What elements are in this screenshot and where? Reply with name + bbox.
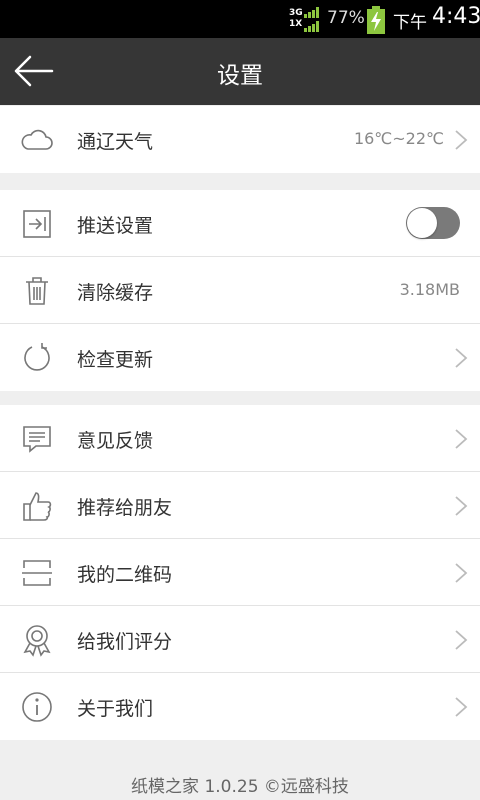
qr-code-icon xyxy=(22,560,52,586)
recommend-row[interactable]: 推荐给朋友 xyxy=(0,472,480,539)
about-row[interactable]: 关于我们 xyxy=(0,673,480,740)
qrcode-row[interactable]: 我的二维码 xyxy=(0,539,480,606)
push-icon xyxy=(23,210,51,238)
push-settings-label: 推送设置 xyxy=(77,215,154,237)
clock: 4:43 xyxy=(432,4,480,29)
battery-percent: 77% xyxy=(327,8,365,28)
feedback-row[interactable]: 意见反馈 xyxy=(0,405,480,472)
info-icon xyxy=(22,692,52,722)
award-icon xyxy=(23,625,51,657)
chevron-right-icon xyxy=(455,348,468,368)
thumbs-up-icon xyxy=(23,492,52,521)
check-update-row[interactable]: 检查更新 xyxy=(0,324,480,391)
network-type: 3G 1X xyxy=(289,8,303,30)
chevron-right-icon xyxy=(455,429,468,449)
rate-label: 给我们评分 xyxy=(77,631,173,653)
qrcode-label: 我的二维码 xyxy=(77,564,173,586)
recommend-label: 推荐给朋友 xyxy=(77,497,173,519)
trash-icon xyxy=(26,277,48,305)
clear-cache-label: 清除缓存 xyxy=(77,282,154,304)
push-settings-row[interactable]: 推送设置 xyxy=(0,190,480,257)
version-footer: 纸模之家 1.0.25 ©远盛科技 xyxy=(131,777,349,797)
status-bar: 3G 1X 77% 下午 4:43 xyxy=(0,0,480,38)
rate-row[interactable]: 给我们评分 xyxy=(0,606,480,673)
refresh-icon xyxy=(24,343,50,371)
feedback-label: 意见反馈 xyxy=(77,430,154,452)
cloud-icon xyxy=(21,129,53,150)
push-toggle[interactable] xyxy=(406,207,460,239)
signal-icon xyxy=(304,7,319,32)
time-period: 下午 xyxy=(393,13,427,33)
chevron-right-icon xyxy=(455,630,468,650)
check-update-label: 检查更新 xyxy=(77,349,154,371)
battery-charging-icon xyxy=(367,6,385,34)
weather-label: 通辽天气 xyxy=(77,131,154,153)
network-type-top: 3G xyxy=(289,8,303,18)
chevron-right-icon xyxy=(455,130,468,150)
page-title: 设置 xyxy=(217,63,263,89)
app-bar: 设置 xyxy=(0,38,480,105)
toggle-knob xyxy=(407,208,437,238)
chevron-right-icon xyxy=(455,496,468,516)
settings-section: 推送设置 清除缓存 3.18MB 检查更新 xyxy=(0,190,480,391)
weather-row[interactable]: 通辽天气 16℃~22℃ xyxy=(0,106,480,173)
weather-section: 通辽天气 16℃~22℃ xyxy=(0,106,480,173)
chevron-right-icon xyxy=(455,563,468,583)
chevron-right-icon xyxy=(455,697,468,717)
comment-icon xyxy=(23,426,51,453)
clear-cache-row[interactable]: 清除缓存 3.18MB xyxy=(0,257,480,324)
more-section: 意见反馈 推荐给朋友 我的二维码 给我们评分 关于我们 xyxy=(0,405,480,740)
about-label: 关于我们 xyxy=(77,698,154,720)
network-type-bottom: 1X xyxy=(289,19,303,29)
cache-size: 3.18MB xyxy=(399,280,460,299)
weather-value: 16℃~22℃ xyxy=(353,129,444,148)
